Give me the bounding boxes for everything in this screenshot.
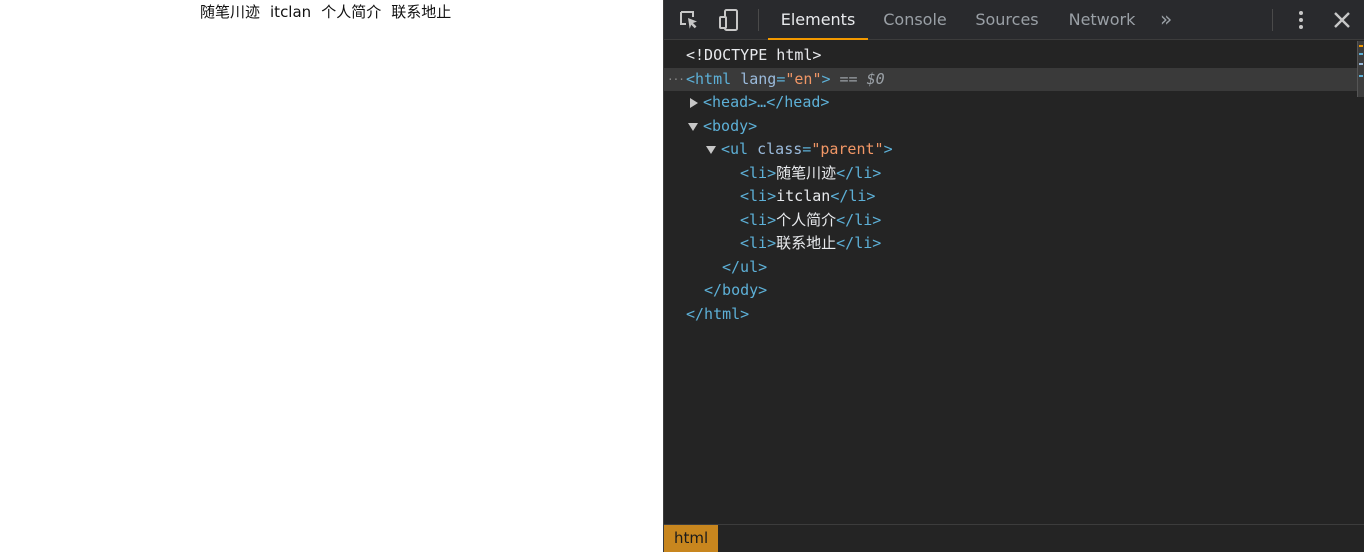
nav-list: 随笔川迹 itclan 个人简介 联系地止 [200,2,451,22]
li-close-tag: </li> [830,187,876,205]
tree-row-ul[interactable]: <ul class="parent"> [664,138,1364,162]
nav-item-contact[interactable]: 联系地止 [391,2,451,22]
scroll-marker [1359,63,1363,65]
tree-row-html-close[interactable]: </html> [664,303,1364,327]
html-lang-attr: lang [740,69,777,88]
html-close-bracket: > [821,69,831,88]
nav-item-profile[interactable]: 个人简介 [321,2,381,22]
li-open-tag: <li> [740,187,777,205]
li-close-tag: </li> [836,210,882,229]
head-node: <head>…</head> [703,93,830,111]
close-icon[interactable] [1330,8,1354,32]
tree-row-doctype[interactable]: <!DOCTYPE html> [664,44,1364,68]
scroll-marker [1359,45,1363,47]
breadcrumb-item-html[interactable]: html [664,525,719,552]
nav-item-suibi[interactable]: 随笔川迹 [200,2,260,22]
tab-network[interactable]: Network [1060,0,1144,40]
device-toolbar-icon[interactable] [717,8,741,32]
collapse-caret-icon[interactable] [688,122,698,131]
scroll-marker [1359,53,1363,55]
nav-item-itclan[interactable]: itclan [270,2,311,22]
tree-row-body-close[interactable]: </body> [664,279,1364,303]
li-open-tag: <li> [740,210,777,229]
body-open-tag: <body> [703,116,758,135]
dom-tree: <!DOCTYPE html> ··· <html lang="en"> == … [664,44,1364,326]
ul-class-value-quote: " [811,140,821,158]
inspect-element-icon[interactable] [677,8,701,32]
tab-elements[interactable]: Elements [768,0,868,40]
page-viewport: 随笔川迹 itclan 个人简介 联系地止 [0,0,663,552]
collapse-caret-icon[interactable] [706,146,716,154]
ul-open-tag: <ul [721,140,749,158]
selected-marker: == $0 [839,69,885,88]
body-close-tag: </body> [704,281,768,299]
html-node: <html lang="en"> == $0 [686,68,885,92]
doctype-text: <!DOCTYPE html> [686,46,822,64]
li-close-tag: </li> [836,163,882,182]
html-lang-value: en [794,69,813,88]
more-tabs-chevron-icon[interactable]: » [1160,8,1172,30]
ul-class-value-quote: " [874,140,884,158]
tree-row-head[interactable]: <head>…</head> [664,91,1364,115]
html-close-tag: </html> [686,304,750,323]
li-node: <li>itclan</li> [740,185,875,209]
devtools-toolbar: Elements Console Sources Network » [664,0,1364,40]
ul-close-tag: </ul> [722,257,768,276]
html-open-tag: <html [686,69,732,88]
ul-class-value: parent [820,140,875,158]
devtools-panel: Elements Console Sources Network » <!DOC… [663,0,1364,552]
tree-row-li[interactable]: <li>itclan</li> [664,185,1364,209]
li-node: <li>随笔川迹</li> [740,162,881,186]
li-text: 个人简介 [776,210,837,229]
ul-class-attr: class [757,140,803,158]
ul-close-bracket: > [883,140,893,158]
expand-caret-icon[interactable] [690,98,698,108]
equals-sign: = [776,69,786,88]
tree-row-html[interactable]: ··· <html lang="en"> == $0 [664,67,1364,92]
ul-node: <ul class="parent"> [721,138,893,162]
tab-console[interactable]: Console [876,0,954,40]
tree-row-body[interactable]: <body> [664,115,1364,139]
scroll-marker [1359,75,1363,77]
li-open-tag: <li> [740,163,777,182]
li-close-tag: </li> [836,234,882,252]
tree-row-ul-close[interactable]: </ul> [664,256,1364,280]
li-node: <li>联系地止</li> [740,232,881,256]
li-text: itclan [776,187,831,205]
li-text: 随笔川迹 [776,163,837,182]
tree-row-li[interactable]: <li>联系地止</li> [664,232,1364,256]
tab-sources[interactable]: Sources [968,0,1046,40]
breadcrumb: html [664,524,1364,552]
tree-row-li[interactable]: <li>随笔川迹</li> [664,162,1364,186]
equals-sign: = [802,140,812,158]
li-open-tag: <li> [740,234,777,252]
toolbar-separator [1272,9,1273,31]
toolbar-separator [758,9,759,31]
more-options-icon[interactable] [1289,8,1313,32]
tree-row-li[interactable]: <li>个人简介</li> [664,209,1364,233]
li-node: <li>个人简介</li> [740,209,881,233]
ellipsis-icon[interactable]: ··· [667,68,685,92]
scrollbar-thumb[interactable] [1357,41,1364,97]
li-text: 联系地止 [776,234,837,252]
